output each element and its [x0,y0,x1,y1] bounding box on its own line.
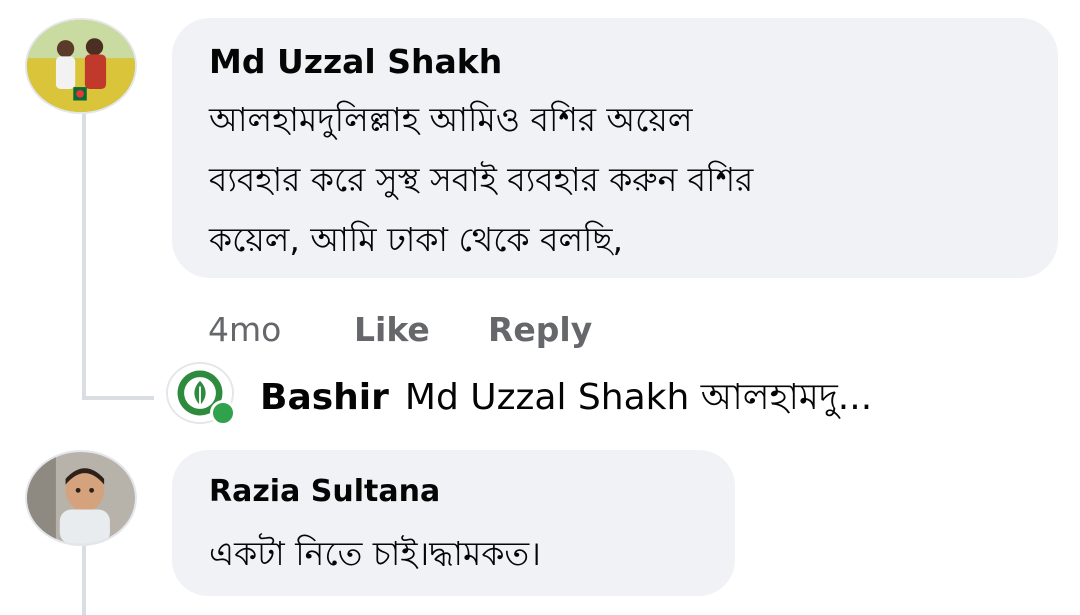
comment-text-line: আলহামদুলিল্লাহ আমিও বশির অয়েল [209,100,693,139]
thread-line-branch [82,396,154,400]
comment-thread: Md Uzzal Shakh আলহামদুলিল্লাহ আমিও বশির … [0,0,1080,615]
thread-line-vertical-2 [82,545,86,615]
online-status-icon [210,400,236,426]
avatar[interactable] [25,18,137,114]
reply-author[interactable]: Bashir [260,377,389,418]
like-button[interactable]: Like [354,310,430,349]
comment-actions: 4mo Like Reply [208,310,628,350]
comment-author[interactable]: Md Uzzal Shakh [209,42,502,81]
comment-bubble: Razia Sultana একটা নিতে চাই।দ্ধামকত। [172,450,735,596]
reply-button[interactable]: Reply [488,310,592,349]
reply-preview-text[interactable]: Md Uzzal Shakh আলহামদু... [405,377,872,418]
thread-line-vertical [82,112,86,400]
comment-author[interactable]: Razia Sultana [209,474,440,509]
comment-text-line: একটা নিতে চাই।দ্ধামকত। [209,534,541,573]
reply-preview[interactable]: Bashir Md Uzzal Shakh আলহামদু... [260,370,872,430]
comment-timestamp[interactable]: 4mo [208,310,281,349]
comment-bubble: Md Uzzal Shakh আলহামদুলিল্লাহ আমিও বশির … [172,18,1058,278]
comment-text-line: ব্যবহার করে সুস্থ সবাই ব্যবহার করুন বশির [209,160,754,199]
avatar[interactable] [25,450,137,546]
comment-text-line: কয়েল, আমি ঢাকা থেকে বলছি, [209,220,623,259]
